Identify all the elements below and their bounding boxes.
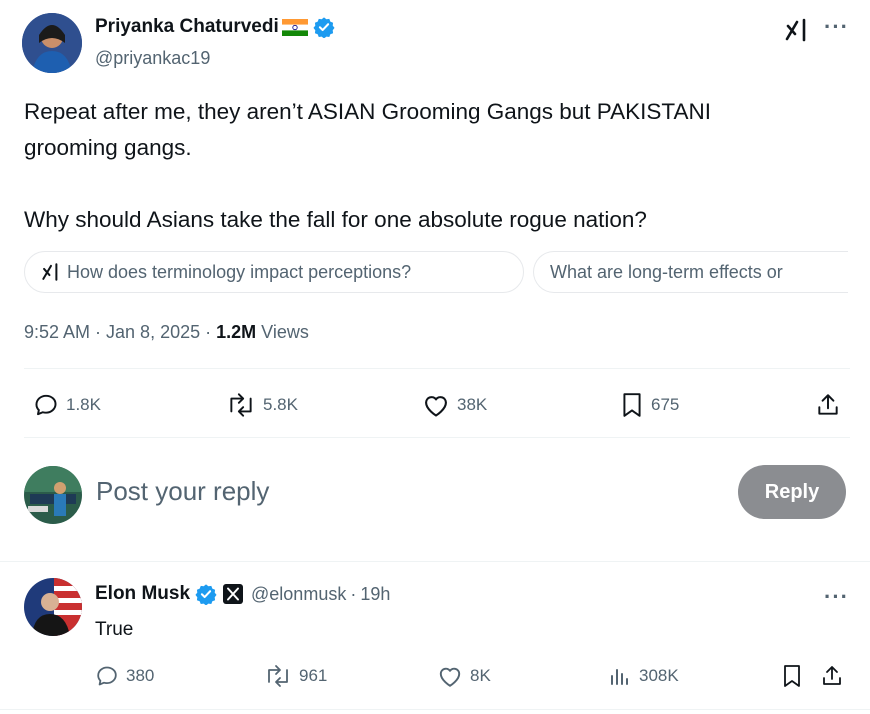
grok-icon[interactable] <box>784 17 810 48</box>
reply-button[interactable]: Reply <box>738 465 846 519</box>
tweet-text-line: Why should Asians take the fall for one … <box>24 207 647 232</box>
bookmark-icon <box>623 393 641 417</box>
views-label: Views <box>256 322 309 342</box>
author-name[interactable]: Priyanka Chaturvedi <box>95 16 279 38</box>
divider <box>24 368 850 369</box>
repost-count: 961 <box>299 666 328 685</box>
tweet-text: Repeat after me, they aren’t ASIAN Groom… <box>24 94 854 238</box>
like-count: 38K <box>457 395 488 414</box>
views-count: 308K <box>639 666 679 685</box>
verified-badge-icon <box>195 583 217 605</box>
tweet-text-line: Repeat after me, they aren’t ASIAN Groom… <box>24 99 711 124</box>
like-action[interactable]: 8K <box>437 664 491 688</box>
divider <box>24 437 850 438</box>
divider <box>0 561 870 562</box>
repost-action[interactable]: 961 <box>264 664 327 688</box>
bookmark-action[interactable]: 675 <box>620 392 679 418</box>
reply-author-avatar[interactable] <box>24 578 82 636</box>
grok-icon <box>42 263 58 281</box>
repost-action[interactable]: 5.8K <box>226 392 298 418</box>
reply-age[interactable]: 19h <box>360 584 390 605</box>
analytics-icon <box>611 669 628 685</box>
reply-count: 1.8K <box>66 395 101 414</box>
reply-input[interactable]: Post your reply <box>96 476 269 507</box>
bookmark-icon[interactable] <box>781 664 803 693</box>
heart-icon <box>439 667 461 687</box>
grok-suggestion-chip[interactable]: What are long-term effects or <box>533 251 848 293</box>
chip-label: What are long-term effects or <box>550 261 783 282</box>
share-icon[interactable] <box>815 392 841 423</box>
reply-header: Elon Musk @elonmusk · 19h <box>95 583 390 605</box>
reply-author-handle[interactable]: @elonmusk <box>251 584 346 605</box>
repost-icon <box>268 665 288 687</box>
repost-count: 5.8K <box>263 395 298 414</box>
chip-label: How does terminology impact perceptions? <box>67 261 412 282</box>
reply-count: 380 <box>126 666 155 685</box>
reply-icon <box>35 394 57 416</box>
verified-badge-icon <box>313 16 335 38</box>
tweet-metadata: 9:52 AM · Jan 8, 2025 · 1.2M Views <box>24 322 309 343</box>
reply-author-name[interactable]: Elon Musk <box>95 583 190 605</box>
views-action[interactable]: 308K <box>608 664 679 688</box>
like-action[interactable]: 38K <box>422 392 487 418</box>
heart-icon <box>425 396 447 417</box>
x-affiliate-badge-icon <box>223 584 244 604</box>
repost-icon <box>230 393 252 417</box>
author-name-row: Priyanka Chaturvedi <box>95 16 335 38</box>
author-handle[interactable]: @priyankac19 <box>95 48 210 69</box>
tweet-text-line: grooming gangs. <box>24 135 192 160</box>
india-flag-icon <box>281 18 308 36</box>
reply-action[interactable]: 1.8K <box>33 392 101 418</box>
reply-icon <box>97 666 117 686</box>
reply-text: True <box>95 619 134 640</box>
divider <box>0 709 870 710</box>
like-count: 8K <box>470 666 491 685</box>
reply-action[interactable]: 380 <box>95 664 154 688</box>
my-avatar[interactable] <box>24 466 82 524</box>
grok-suggestion-chip[interactable]: How does terminology impact perceptions? <box>24 251 524 293</box>
bookmark-count: 675 <box>651 395 680 414</box>
author-avatar[interactable] <box>22 13 82 73</box>
tweet-timestamp[interactable]: 9:52 AM · Jan 8, 2025 · <box>24 322 216 342</box>
more-options-icon[interactable]: ··· <box>824 14 849 40</box>
more-options-icon[interactable]: ··· <box>824 584 849 610</box>
share-icon[interactable] <box>820 664 844 693</box>
separator-dot: · <box>350 583 357 604</box>
views-count: 1.2M <box>216 322 257 342</box>
